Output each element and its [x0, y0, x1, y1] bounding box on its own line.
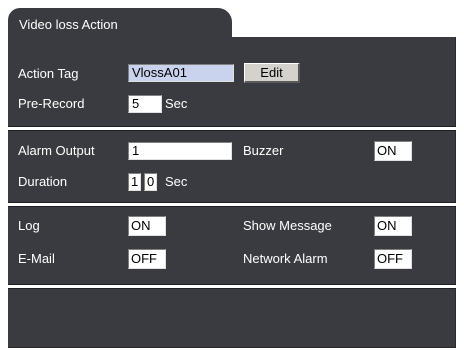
- log-toggle[interactable]: ON: [128, 216, 166, 236]
- action-tag-label: Action Tag: [18, 66, 79, 81]
- alarm-output-label: Alarm Output: [18, 143, 95, 158]
- buzzer-toggle[interactable]: ON: [374, 141, 412, 161]
- tab-video-loss-action[interactable]: Video loss Action: [8, 8, 232, 38]
- pre-record-label: Pre-Record: [18, 96, 85, 111]
- section-divider: [8, 202, 456, 207]
- tab-title: Video loss Action: [19, 17, 118, 32]
- network-alarm-label: Network Alarm: [243, 251, 328, 266]
- pre-record-field[interactable]: 5: [128, 95, 162, 113]
- duration-digit-2[interactable]: 0: [144, 173, 157, 191]
- email-toggle[interactable]: OFF: [128, 249, 166, 269]
- edit-button[interactable]: Edit: [244, 63, 300, 83]
- pre-record-unit: Sec: [165, 96, 188, 111]
- log-label: Log: [18, 218, 40, 233]
- show-message-label: Show Message: [243, 218, 332, 233]
- section-divider: [8, 126, 456, 131]
- show-message-toggle[interactable]: ON: [374, 216, 412, 236]
- alarm-output-field[interactable]: 1: [128, 142, 232, 160]
- section-divider: [8, 284, 456, 289]
- duration-unit: Sec: [165, 174, 188, 189]
- duration-digit-1[interactable]: 1: [128, 173, 141, 191]
- action-tag-field[interactable]: VlossA01: [128, 64, 234, 82]
- network-alarm-toggle[interactable]: OFF: [374, 249, 412, 269]
- settings-panel: [8, 37, 456, 348]
- email-label: E-Mail: [18, 251, 55, 266]
- duration-label: Duration: [18, 174, 68, 189]
- buzzer-label: Buzzer: [243, 143, 284, 158]
